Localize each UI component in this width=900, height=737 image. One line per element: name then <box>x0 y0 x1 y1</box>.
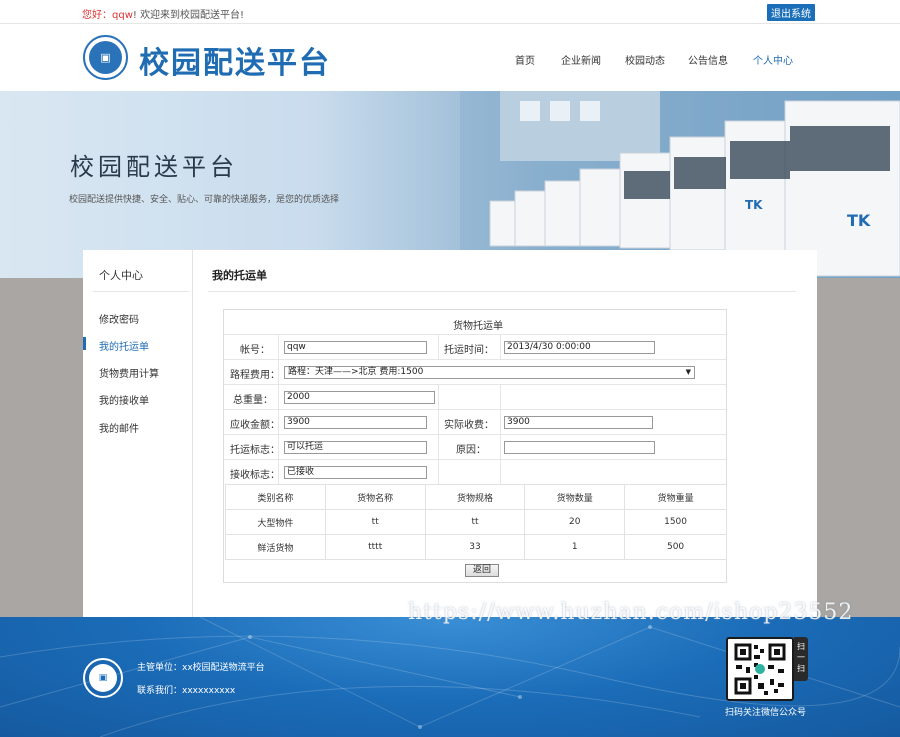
logo-icon[interactable]: ▣ <box>83 35 128 80</box>
route-select-value: 路程：天津——>北京 费用:1500 <box>288 367 424 377</box>
nav-notice[interactable]: 公告信息 <box>688 52 728 67</box>
form-caption: 货物托运单 <box>453 321 503 332</box>
form-row-recv-flag: 接收标志： 已接收 <box>224 459 726 485</box>
qr-side-label: 扫一扫 <box>794 637 808 681</box>
form-row-route: 路程费用： 路程：天津——>北京 费用:1500 ▼ <box>224 359 726 385</box>
ship-flag-label: 托运标志： <box>230 445 280 456</box>
table-cell: 33 <box>424 534 526 560</box>
logout-button[interactable]: 退出系统 <box>767 4 815 21</box>
username: qqw <box>112 10 133 21</box>
greeting-suffix: ! 欢迎来到校园配送平台! <box>132 10 245 21</box>
table-cell: tt <box>324 509 426 535</box>
svg-text:TK: TK <box>745 198 763 212</box>
site-header: ▣ 校园配送平台 首页 企业新闻 校园动态 公告信息 个人中心 <box>0 24 900 91</box>
nav-home[interactable]: 首页 <box>515 52 535 67</box>
form-row-amount: 应收金额： 3900 实际收费： 3900 <box>224 409 726 435</box>
back-button[interactable]: 返回 <box>465 564 499 577</box>
qr-code-icon <box>726 637 794 701</box>
table-row: 大型物件 tt tt 20 1500 <box>225 509 727 535</box>
account-label: 帐号： <box>240 345 270 356</box>
sidebar-title: 个人中心 <box>99 269 143 282</box>
form-row-account: 帐号： qqw 托运时间： 2013/4/30 0:00:00 <box>224 334 726 360</box>
table-cell: 1500 <box>624 509 727 535</box>
sidebar-item-my-shipments[interactable]: 我的托运单 <box>99 338 149 353</box>
nav-personal[interactable]: 个人中心 <box>753 52 793 67</box>
footer-unit: 主管单位：xx校园配送物流平台 <box>137 663 265 673</box>
account-field[interactable]: qqw <box>284 341 427 354</box>
footer-logo-icon: ▣ <box>83 658 123 698</box>
dropdown-caret-icon: ▼ <box>685 368 691 376</box>
page-title: 我的托运单 <box>212 269 267 282</box>
col-header-spec: 货物规格 <box>424 484 526 510</box>
top-bar: 您好：qqw! 欢迎来到校园配送平台! 退出系统 <box>0 0 900 24</box>
weight-label: 总重量： <box>233 395 273 406</box>
sidebar: 个人中心 修改密码 我的托运单 货物费用计算 我的接收单 我的邮件 <box>83 250 193 617</box>
content-panel: 个人中心 修改密码 我的托运单 货物费用计算 我的接收单 我的邮件 我的托运单 … <box>83 250 817 617</box>
greeting: 您好：qqw! 欢迎来到校园配送平台! <box>82 6 244 21</box>
table-cell: 鲜活货物 <box>225 534 326 560</box>
table-cell: 500 <box>624 534 727 560</box>
shipment-form: 货物托运单 帐号： qqw 托运时间： 2013/4/30 0:00:00 路程… <box>223 309 727 583</box>
table-cell: 20 <box>524 509 626 535</box>
col-header-name: 货物名称 <box>324 484 426 510</box>
sidebar-divider <box>93 291 189 292</box>
ship-flag-field[interactable]: 可以托运 <box>284 441 427 454</box>
watermark: https://www.huzhan.com/ishop23552 <box>408 600 854 625</box>
route-select[interactable]: 路程：天津——>北京 费用:1500 ▼ <box>284 366 695 379</box>
actual-fee-field[interactable]: 3900 <box>504 416 653 429</box>
sidebar-item-change-password[interactable]: 修改密码 <box>99 311 139 326</box>
sidebar-item-my-mail[interactable]: 我的邮件 <box>99 420 139 435</box>
nav-news[interactable]: 企业新闻 <box>561 52 601 67</box>
goods-table: 类别名称 货物名称 货物规格 货物数量 货物重量 大型物件 tt tt 20 1… <box>225 484 727 560</box>
reason-field[interactable] <box>504 441 655 454</box>
banner-title: 校园配送平台 <box>70 153 238 181</box>
site-footer: ▣ 主管单位：xx校园配送物流平台 联系我们：xxxxxxxxxx 扫一扫 扫码… <box>0 617 900 737</box>
table-header-row: 类别名称 货物名称 货物规格 货物数量 货物重量 <box>225 484 727 510</box>
col-header-category: 类别名称 <box>225 484 326 510</box>
logo-text[interactable]: 校园配送平台 <box>139 38 331 82</box>
form-row-weight: 总重量： 2000 <box>224 384 726 410</box>
col-header-weight: 货物重量 <box>624 484 727 510</box>
time-label: 托运时间： <box>444 345 494 356</box>
route-label: 路程费用： <box>230 370 280 381</box>
time-field[interactable]: 2013/4/30 0:00:00 <box>504 341 655 354</box>
table-cell: 1 <box>524 534 626 560</box>
table-cell: tttt <box>324 534 426 560</box>
table-cell: 大型物件 <box>225 509 326 535</box>
greeting-prefix: 您好： <box>82 10 112 21</box>
col-header-quantity: 货物数量 <box>524 484 626 510</box>
active-marker <box>83 337 86 350</box>
sidebar-item-my-receipts[interactable]: 我的接收单 <box>99 392 149 407</box>
banner-subtitle: 校园配送提供快捷、安全、贴心、可靠的快递服务，是您的优质选择 <box>69 195 340 205</box>
weight-field[interactable]: 2000 <box>284 391 435 404</box>
table-cell: tt <box>424 509 526 535</box>
receivable-label: 应收金额： <box>230 420 280 431</box>
nav-campus[interactable]: 校园动态 <box>625 52 665 67</box>
sidebar-item-fee-calculator[interactable]: 货物费用计算 <box>99 365 159 380</box>
footer-contact: 联系我们：xxxxxxxxxx <box>137 686 236 696</box>
reason-label: 原因： <box>456 445 486 456</box>
receivable-field[interactable]: 3900 <box>284 416 427 429</box>
title-divider <box>208 291 796 292</box>
recv-flag-label: 接收标志： <box>230 470 280 481</box>
svg-text:TK: TK <box>847 211 871 230</box>
actual-fee-label: 实际收费： <box>444 420 494 431</box>
qr-caption: 扫码关注微信公众号 <box>725 708 807 718</box>
recv-flag-field[interactable]: 已接收 <box>284 466 427 479</box>
form-row-ship-flag: 托运标志： 可以托运 原因： <box>224 434 726 460</box>
table-row: 鲜活货物 tttt 33 1 500 <box>225 534 727 560</box>
